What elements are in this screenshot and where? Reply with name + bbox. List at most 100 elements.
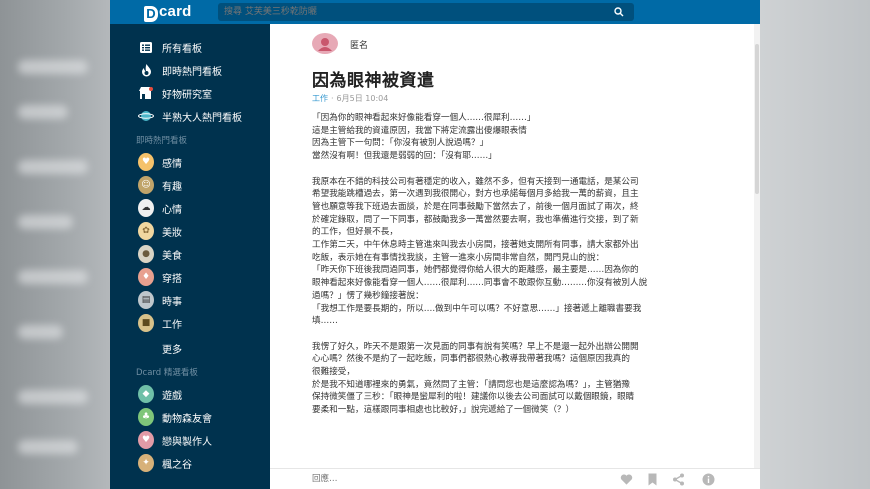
board-avatar: ♥ bbox=[138, 153, 154, 171]
sidebar-item-label: 美食 bbox=[162, 250, 182, 262]
search-input[interactable] bbox=[224, 3, 594, 21]
sidebar-item-game[interactable]: ◆ 遊戲 bbox=[110, 383, 270, 405]
sidebar-item-goods-lab[interactable]: 好物研究室 bbox=[110, 82, 270, 104]
content-line: 的工作，但好景不長， bbox=[312, 227, 398, 238]
sidebar-item-emotion[interactable]: ♥ 感情 bbox=[110, 151, 270, 173]
content-line: 「昨天你下班後我問過同事，她們都覺得你給人很大的距離感，最主要是……因為你的 bbox=[312, 265, 639, 276]
sidebar-item-adult-boards[interactable]: 半熟大人熱門看板 bbox=[110, 105, 270, 127]
blurred-background-right bbox=[760, 0, 870, 489]
sidebar-item-label: 美妝 bbox=[162, 227, 182, 239]
sidebar-item-label: 工作 bbox=[162, 319, 182, 331]
funny-board-icon: ☺ bbox=[138, 176, 154, 194]
blurred-background-left bbox=[0, 0, 110, 489]
content-line: 眼神看起來好像能看穿一個人……很犀利……同事會不敢跟你互動………你沒有被別人說 bbox=[312, 278, 648, 289]
bookmark-icon[interactable] bbox=[646, 473, 659, 486]
shop-icon bbox=[138, 85, 154, 101]
heart-icon[interactable] bbox=[620, 473, 633, 486]
info-icon[interactable] bbox=[702, 473, 715, 486]
author-name: 匿名 bbox=[350, 41, 369, 51]
content-line: 過嗎？」愣了幾秒鐘接著說： bbox=[312, 290, 424, 301]
content-line: 保持微笑僵了三秒：「眼神是蠻犀利的啦！建議你以後去公司面試可以戴個眼鏡，眼睛 bbox=[312, 392, 635, 403]
reply-input[interactable] bbox=[312, 472, 562, 486]
content-line: 工作第二天，中午休息時主管進來叫我去小房間，接著她支開所有同事，請大家都外出 bbox=[312, 240, 639, 251]
fire-icon bbox=[138, 62, 154, 78]
sidebar-item-label: 時事 bbox=[162, 296, 182, 308]
author-avatar[interactable] bbox=[312, 33, 338, 54]
post-meta: 工作 · 6月5日 10:04 bbox=[312, 93, 388, 104]
emotion-board-icon: ♥ bbox=[138, 153, 154, 171]
sidebar-more-link[interactable]: 更多 bbox=[110, 337, 270, 359]
post-board-link[interactable]: 工作 bbox=[312, 94, 328, 103]
content-line: 因為主管下一句問：「你沒有被別人說過嗎？」 bbox=[312, 138, 489, 149]
share-icon[interactable] bbox=[672, 473, 685, 486]
mood-board-icon: ☁ bbox=[138, 199, 154, 217]
content-line: 很難接受， bbox=[312, 367, 355, 378]
dressup-board-icon: ♦ bbox=[138, 268, 154, 286]
sidebar-item-news[interactable]: ▤ 時事 bbox=[110, 289, 270, 311]
board-avatar: ● bbox=[138, 245, 154, 263]
blur-shape bbox=[18, 390, 88, 404]
reply-bar bbox=[270, 468, 760, 489]
sidebar-item-love-producer[interactable]: ♥ 戀與製作人 bbox=[110, 429, 270, 451]
board-avatar: ✿ bbox=[138, 222, 154, 240]
sidebar-item-label: 所有看板 bbox=[162, 43, 202, 55]
scrollbar[interactable] bbox=[754, 24, 760, 468]
sidebar-item-label: 動物森友會 bbox=[162, 413, 212, 425]
sidebar-item-label: 好物研究室 bbox=[162, 89, 212, 101]
logo-text: card bbox=[159, 3, 192, 20]
post-title: 因為眼神被資遣 bbox=[312, 71, 435, 91]
blur-shape bbox=[18, 325, 63, 339]
search-button[interactable] bbox=[604, 3, 634, 21]
top-header: Dcard bbox=[110, 0, 760, 24]
content-line: 「我想工作是要長期的，所以….做到中午可以嗎？不好意思……」接著遞上離職書要我 bbox=[312, 303, 642, 314]
content-line: 我愣了好久，昨天不是跟第一次見面的同事有說有笑嗎？早上不是還一起外出辦公開開 bbox=[312, 341, 639, 352]
game-board-icon: ◆ bbox=[138, 385, 154, 403]
board-avatar: ♥ bbox=[138, 431, 154, 449]
sidebar-item-label: 感情 bbox=[162, 158, 182, 170]
sidebar-item-hot-boards[interactable]: 即時熱門看板 bbox=[110, 59, 270, 81]
love-producer-board-icon: ♥ bbox=[138, 431, 154, 449]
board-avatar: ♣ bbox=[138, 408, 154, 426]
section-title-selected: Dcard 精選看板 bbox=[136, 368, 198, 378]
sidebar-item-animal-crossing[interactable]: ♣ 動物森友會 bbox=[110, 406, 270, 428]
content-line: 於確定錄取，問了一下同事，都鼓勵我多一萬當然要去啊，我也準備進行交接，到了新 bbox=[312, 214, 639, 225]
section-title-hot: 即時熱門看板 bbox=[136, 136, 188, 146]
list-icon bbox=[138, 39, 154, 55]
sidebar-item-maplestory[interactable]: ✦ 楓之谷 bbox=[110, 452, 270, 474]
sidebar-item-mood[interactable]: ☁ 心情 bbox=[110, 197, 270, 219]
sidebar-item-makeup[interactable]: ✿ 美妝 bbox=[110, 220, 270, 242]
food-board-icon: ● bbox=[138, 245, 154, 263]
sidebar-item-all-boards[interactable]: 所有看板 bbox=[110, 36, 270, 58]
content-line: 要柔和一點，這樣跟同事相處也比較好，」說完遞給了一個微笑（？） bbox=[312, 405, 575, 416]
content-line: 希望我能跳槽過去，第一次遇到我很開心，對方也承諾每個月多給我一萬的薪資，且主 bbox=[312, 189, 639, 200]
sidebar-item-label: 遊戲 bbox=[162, 390, 182, 402]
sidebar-item-label: 即時熱門看板 bbox=[162, 66, 222, 78]
content-line: 於是我不知道哪裡來的勇氣，竟然問了主管：「請問您也是這麼認為嗎？」，主管猶豫 bbox=[312, 379, 630, 390]
post-content: 「因為你的眼神看起來好像能看穿一個人……很犀利……」 這是主管給我的資遣原因，我… bbox=[312, 112, 697, 417]
anonymous-avatar-icon bbox=[318, 37, 332, 51]
sidebar-item-work[interactable]: ■ 工作 bbox=[110, 312, 270, 334]
post-panel: 匿名 因為眼神被資遣 工作 · 6月5日 10:04 「因為你的眼神看起來好像能看穿… bbox=[270, 24, 760, 489]
sidebar-item-funny[interactable]: ☺ 有趣 bbox=[110, 174, 270, 196]
board-avatar: ☁ bbox=[138, 199, 154, 217]
maplestory-board-icon: ✦ bbox=[138, 454, 154, 472]
sidebar-item-label: 穿搭 bbox=[162, 273, 182, 285]
board-avatar: ◆ bbox=[138, 385, 154, 403]
sidebar-item-label: 半熟大人熱門看板 bbox=[162, 112, 242, 124]
dcard-logo-mark: D bbox=[144, 6, 158, 22]
scrollbar-thumb[interactable] bbox=[755, 44, 759, 194]
sidebar-item-food[interactable]: ● 美食 bbox=[110, 243, 270, 265]
dcard-logo[interactable]: Dcard bbox=[144, 3, 192, 22]
sidebar: 所有看板 即時熱門看板 好物研究室 半熟大人熱門看板 即時熱門看板 ♥ 感情 ☺… bbox=[110, 24, 270, 489]
blur-shape bbox=[18, 60, 88, 74]
search-bar bbox=[218, 3, 634, 21]
more-label: 更多 bbox=[162, 344, 182, 356]
blur-shape bbox=[18, 215, 73, 229]
work-board-icon: ■ bbox=[138, 314, 154, 332]
sidebar-item-label: 有趣 bbox=[162, 181, 182, 193]
board-avatar: ♦ bbox=[138, 268, 154, 286]
sidebar-item-label: 楓之谷 bbox=[162, 459, 192, 471]
content-line: 當然沒有啊！但我還是弱弱的回：「沒有耶……」 bbox=[312, 151, 497, 162]
sidebar-item-dressup[interactable]: ♦ 穿搭 bbox=[110, 266, 270, 288]
